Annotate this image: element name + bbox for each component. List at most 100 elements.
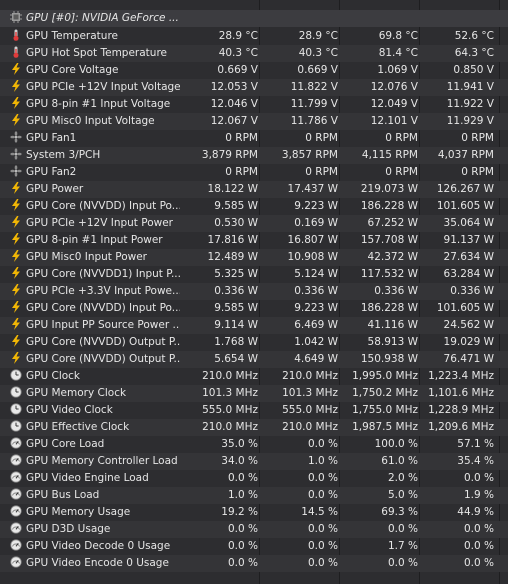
avg-value: 0.0 % [463,540,494,552]
avg-value: 11.922 V [446,98,494,110]
sensor-row[interactable]: GPU Memory Usage 19.2 % 14.5 % 69.3 % 44.9 % [0,504,508,521]
max-value: 1.069 V [377,64,418,76]
lightning-icon [10,63,22,75]
current-value: 12.067 V [210,115,258,127]
current-value: 17.816 W [207,234,258,246]
sensor-name-cell: GPU Video Encode 0 Usage [10,555,180,572]
sensor-label: GPU Core (NVVDD) Output P... [26,353,180,365]
thermometer-icon [10,46,22,58]
min-value: 11.822 V [290,81,338,93]
sensor-row[interactable]: GPU Video Encode 0 Usage 0.0 % 0.0 % 0.0 % 0… [0,555,508,572]
device-header-row[interactable]: GPU [#0]: NVIDIA GeForce ... [0,10,508,27]
max-value: 219.073 W [360,183,418,195]
max-value: 12.049 V [370,98,418,110]
current-value: 0.0 % [227,557,258,569]
gauge-icon [10,539,22,551]
max-value: 1,750.2 MHz [352,387,418,399]
thermometer-icon [10,29,22,41]
avg-value: 11.929 V [446,115,494,127]
sensor-row[interactable]: GPU Memory Clock 101.3 MHz 101.3 MHz 1,750.… [0,385,508,402]
sensor-name-cell: GPU Core Voltage [10,62,180,79]
sensor-label: GPU Video Encode 0 Usage [26,557,169,569]
min-value: 0 RPM [305,132,338,144]
avg-value: 1.9 % [463,489,494,501]
avg-value: 0.850 V [453,64,494,76]
avg-value: 126.267 W [436,183,494,195]
current-value: 12.489 W [207,251,258,263]
sensor-row[interactable]: GPU Core Voltage 0.669 V 0.669 V 1.069 V 0.8… [0,62,508,79]
max-value: 81.4 °C [378,47,418,59]
max-value: 12.076 V [370,81,418,93]
current-value: 12.046 V [210,98,258,110]
sensor-name-cell: GPU Memory Usage [10,504,180,521]
min-value: 0.0 % [307,472,338,484]
current-value: 5.325 W [214,268,258,280]
sensor-row[interactable]: GPU Clock 210.0 MHz 210.0 MHz 1,995.0 MHz 1,… [0,368,508,385]
min-value: 4.649 W [294,353,338,365]
min-value: 0.336 W [294,285,338,297]
max-value: 1.7 % [387,540,418,552]
sensor-row[interactable]: GPU Core Load 35.0 % 0.0 % 100.0 % 57.1 % [0,436,508,453]
min-value: 9.223 W [294,200,338,212]
sensor-row[interactable]: GPU Hot Spot Temperature 40.3 °C 40.3 °C 81… [0,45,508,62]
sensor-row[interactable]: GPU Core (NVVDD) Input Po... 9.585 W 9.223… [0,198,508,215]
sensor-row[interactable]: GPU Bus Load 1.0 % 0.0 % 5.0 % 1.9 % [0,487,508,504]
max-value: 42.372 W [367,251,418,263]
sensor-row[interactable]: GPU Video Clock 555.0 MHz 555.0 MHz 1,755.0… [0,402,508,419]
min-value: 16.807 W [287,234,338,246]
min-value: 0.169 W [294,217,338,229]
sensor-row[interactable]: GPU D3D Usage 0.0 % 0.0 % 0.0 % 0.0 % [0,521,508,538]
sensor-label: GPU PCIe +3.3V Input Powe... [26,285,180,297]
sensor-label: GPU Core Voltage [26,64,119,76]
sensor-row[interactable]: GPU Core (NVVDD) Output P... 1.768 W 1.042… [0,334,508,351]
avg-value: 0 RPM [461,166,494,178]
sensor-name-cell: GPU Misc0 Input Power [10,249,180,266]
avg-value: 1,101.6 MHz [428,387,494,399]
sensor-row[interactable]: GPU Misc0 Input Power 12.489 W 10.908 W 42.… [0,249,508,266]
avg-value: 35.4 % [457,455,494,467]
sensor-row[interactable]: GPU Fan1 0 RPM 0 RPM 0 RPM 0 RPM [0,130,508,147]
min-value: 3,857 RPM [281,149,338,161]
sensor-row[interactable]: GPU Power 18.122 W 17.437 W 219.073 W 126.26… [0,181,508,198]
avg-value: 1,223.4 MHz [428,370,494,382]
sensor-row[interactable]: GPU Core (NVVDD1) Input P... 5.325 W 5.124… [0,266,508,283]
avg-value: 19.029 W [443,336,494,348]
sensor-label: GPU Fan2 [26,166,77,178]
max-value: 1,755.0 MHz [352,404,418,416]
gauge-icon [10,522,22,534]
sensor-row[interactable]: GPU Core (NVVDD) Input Po... 9.585 W 9.223… [0,300,508,317]
sensor-row[interactable]: GPU Misc0 Input Voltage 12.067 V 11.786 V 1… [0,113,508,130]
min-value: 0.0 % [307,438,338,450]
gauge-icon [10,556,22,568]
max-value: 150.938 W [360,353,418,365]
sensor-name-cell: GPU Core Load [10,436,180,453]
sensor-row[interactable]: GPU Video Decode 0 Usage 0.0 % 0.0 % 1.7 % 0… [0,538,508,555]
sensor-row[interactable]: GPU Core (NVVDD) Output P... 5.654 W 4.649… [0,351,508,368]
current-value: 28.9 °C [218,30,258,42]
sensor-name-cell: GPU D3D Usage [10,521,180,538]
sensor-label: System 3/PCH [26,149,101,161]
min-value: 101.3 MHz [282,387,338,399]
sensor-row[interactable]: GPU Temperature 28.9 °C 28.9 °C 69.8 °C 52.6… [0,28,508,45]
sensor-label: GPU 8-pin #1 Input Power [26,234,163,246]
sensor-row[interactable]: GPU Video Engine Load 0.0 % 0.0 % 2.0 % 0.0 … [0,470,508,487]
avg-value: 0 RPM [461,132,494,144]
sensor-row[interactable]: GPU Fan2 0 RPM 0 RPM 0 RPM 0 RPM [0,164,508,181]
sensor-label: GPU PCIe +12V Input Voltage [26,81,180,93]
sensor-row[interactable]: GPU PCIe +12V Input Voltage 12.053 V 11.82… [0,79,508,96]
max-value: 100.0 % [374,438,418,450]
current-value: 9.585 W [214,200,258,212]
sensor-row[interactable]: System 3/PCH 3,879 RPM 3,857 RPM 4,115 RPM 4… [0,147,508,164]
sensor-row[interactable]: GPU PCIe +12V Input Power 0.530 W 0.169 W 6… [0,215,508,232]
sensor-row[interactable]: GPU 8-pin #1 Input Power 17.816 W 16.807 W… [0,232,508,249]
sensor-row[interactable]: GPU Input PP Source Power ... 9.114 W 6.46… [0,317,508,334]
sensor-name-cell: GPU 8-pin #1 Input Power [10,232,180,249]
sensor-row[interactable]: GPU 8-pin #1 Input Voltage 12.046 V 11.799… [0,96,508,113]
sensor-label: GPU Input PP Source Power ... [26,319,180,331]
max-value: 0.336 W [374,285,418,297]
sensor-row[interactable]: GPU Effective Clock 210.0 MHz 210.0 MHz 1,9… [0,419,508,436]
sensor-row[interactable]: GPU PCIe +3.3V Input Powe... 0.336 W 0.336… [0,283,508,300]
sensor-row[interactable]: GPU Memory Controller Load 34.0 % 1.0 % 61.… [0,453,508,470]
lightning-icon [10,318,22,330]
avg-value: 0.336 W [450,285,494,297]
